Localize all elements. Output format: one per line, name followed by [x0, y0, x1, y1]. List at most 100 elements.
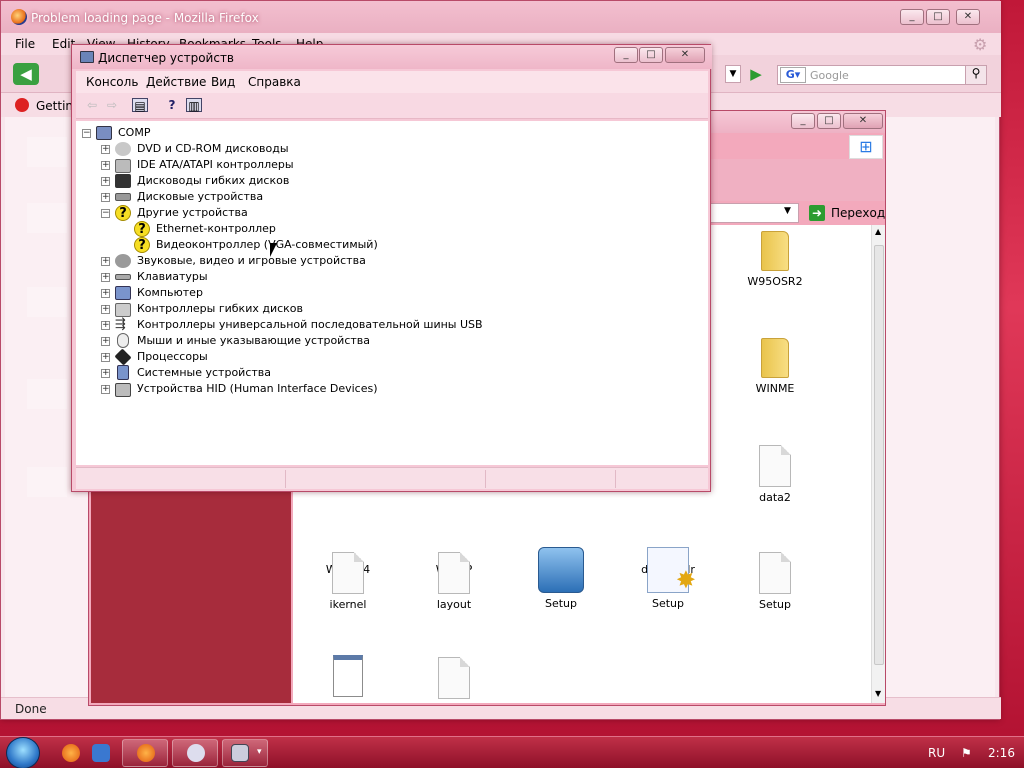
show-hide-tree-icon[interactable]: ▤ [132, 98, 148, 113]
expand-icon[interactable]: + [101, 337, 110, 346]
tree-label: Звуковые, видео и игровые устройства [137, 254, 366, 267]
scroll-up-icon[interactable]: ▲ [875, 227, 881, 236]
menu-file[interactable]: File [15, 37, 35, 51]
status-text: Done [15, 702, 47, 716]
devmgr-titlebar[interactable]: Диспетчер устройств _ □ ✕ [72, 45, 712, 69]
help-icon[interactable]: ? [164, 98, 180, 112]
tree-node[interactable]: + Устройства HID (Human Interface Device… [76, 381, 476, 397]
language-indicator[interactable]: RU [928, 746, 945, 760]
tree-node[interactable]: + Мыши и иные указывающие устройства [76, 333, 476, 349]
tree-label: COMP [118, 126, 151, 139]
search-input[interactable]: G▾ Google [777, 65, 971, 85]
menu-view[interactable]: Вид [211, 75, 235, 89]
tree-root[interactable]: − COMP [76, 125, 476, 141]
sound-device-icon [115, 254, 131, 268]
scrollbar-thumb[interactable] [874, 245, 884, 665]
expand-icon[interactable]: + [101, 193, 110, 202]
ide-controller-icon [115, 159, 131, 173]
explorer-scrollbar[interactable]: ▲ ▼ [871, 225, 885, 703]
collapse-icon[interactable]: − [82, 129, 91, 138]
action-center-icon[interactable]: ⚑ [961, 746, 975, 760]
taskbar-explorer[interactable] [172, 739, 218, 767]
taskbar-device-manager[interactable]: ▾ [222, 739, 268, 767]
menu-help[interactable]: Справка [248, 75, 301, 89]
collapse-icon[interactable]: − [101, 209, 110, 218]
file-name: Setup [544, 597, 578, 610]
firefox-maximize-button[interactable]: □ [926, 9, 950, 25]
tree-node[interactable]: + Контроллеры гибких дисков [76, 301, 476, 317]
scroll-down-icon[interactable]: ▼ [875, 689, 881, 698]
back-icon[interactable]: ⇦ [84, 98, 100, 112]
file-item[interactable]: data2 [730, 445, 820, 504]
tree-node[interactable]: − ? Другие устройства [76, 205, 476, 221]
expand-icon[interactable]: + [101, 385, 110, 394]
tree-node[interactable]: + Компьютер [76, 285, 476, 301]
tree-node[interactable]: + ⇶ Контроллеры универсальной последоват… [76, 317, 483, 333]
firefox-quicklaunch-icon[interactable] [62, 744, 80, 762]
file-item[interactable]: ikernel [303, 552, 393, 611]
file-name: WINME [755, 382, 795, 395]
file-item[interactable] [303, 655, 393, 697]
file-item[interactable]: Setup [730, 552, 820, 611]
back-icon[interactable]: ◀ [13, 63, 39, 85]
taskbar: ▾ RU ⚑ 2:16 [0, 736, 1024, 768]
explorer-minimize-button[interactable]: _ [791, 113, 815, 129]
expand-icon[interactable]: + [101, 353, 110, 362]
start-button[interactable] [6, 737, 40, 768]
forward-icon[interactable]: ⇨ [104, 98, 120, 112]
expand-icon[interactable]: + [101, 369, 110, 378]
expand-icon[interactable]: + [101, 321, 110, 330]
expand-icon[interactable]: + [101, 161, 110, 170]
firefox-minimize-button[interactable]: _ [900, 9, 924, 25]
tree-node[interactable]: + Дисководы гибких дисков [76, 173, 476, 189]
computer-icon [115, 286, 131, 300]
expand-icon[interactable]: + [101, 177, 110, 186]
device-manager-icon [80, 51, 94, 63]
explorer-close-button[interactable]: ✕ [843, 113, 883, 129]
firefox-titlebar[interactable]: Problem loading page - Mozilla Firefox _… [1, 1, 1001, 33]
tree-node[interactable]: ? Ethernet-контроллер [76, 221, 476, 237]
expand-icon[interactable]: + [101, 273, 110, 282]
menu-action[interactable]: Действие [146, 75, 206, 89]
file-item[interactable] [409, 657, 499, 699]
windows-flag-icon: ⊞ [849, 135, 883, 159]
tree-label: Процессоры [137, 350, 208, 363]
expand-icon[interactable]: + [101, 145, 110, 154]
search-engine-icon[interactable]: G▾ [780, 67, 806, 83]
firefox-close-button[interactable]: ✕ [956, 9, 980, 25]
group-arrow-icon: ▾ [257, 747, 262, 757]
file-name: ikernel [329, 598, 367, 611]
url-dropdown-icon[interactable]: ▼ [725, 65, 741, 83]
devmgr-maximize-button[interactable]: □ [639, 47, 663, 63]
keyboard-icon [115, 274, 131, 280]
file-item[interactable]: WINME [730, 338, 820, 395]
menu-console[interactable]: Консоль [86, 75, 138, 89]
explorer-maximize-button[interactable]: □ [817, 113, 841, 129]
tree-node[interactable]: + Системные устройства [76, 365, 476, 381]
search-icon[interactable]: ⚲ [965, 65, 987, 85]
file-item[interactable]: Setup [623, 547, 713, 610]
firefox-logo-icon [11, 9, 27, 25]
expand-icon[interactable]: + [101, 305, 110, 314]
expand-icon[interactable]: + [101, 257, 110, 266]
tree-node[interactable]: + Процессоры [76, 348, 476, 366]
expand-icon[interactable]: + [101, 289, 110, 298]
file-item[interactable]: Setup [516, 547, 606, 610]
clock[interactable]: 2:16 [988, 746, 1015, 760]
devmgr-minimize-button[interactable]: _ [614, 47, 638, 63]
file-item[interactable]: layout [409, 552, 499, 611]
file-item[interactable]: W95OSR2 [730, 231, 820, 288]
show-desktop-icon[interactable] [92, 744, 110, 762]
devmgr-close-button[interactable]: ✕ [665, 47, 705, 63]
tree-node[interactable]: + Клавиатуры [76, 269, 476, 285]
tree-node[interactable]: + DVD и CD-ROM дисководы [76, 141, 476, 157]
tree-node[interactable]: + IDE ATA/ATAPI контроллеры [76, 157, 476, 173]
tree-node[interactable]: + Дисковые устройства [76, 189, 476, 205]
explorer-go-button[interactable]: ➜ Переход [805, 203, 885, 223]
address-dropdown-icon[interactable]: ▼ [784, 206, 791, 216]
floppy-drive-icon [115, 174, 131, 188]
taskbar-firefox[interactable] [122, 739, 168, 767]
go-icon[interactable]: ▶ [745, 65, 767, 83]
properties-icon[interactable]: ▥ [186, 98, 202, 113]
ghost-desktop-icon [27, 467, 67, 497]
